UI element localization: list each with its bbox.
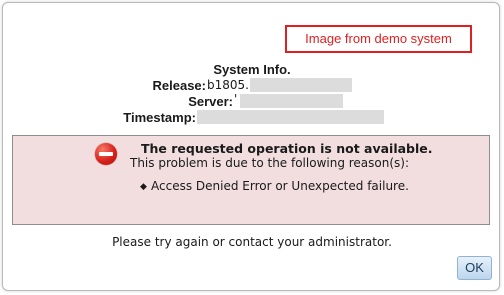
error-stop-icon xyxy=(95,143,117,165)
server-value: ' xyxy=(234,92,238,106)
error-reason: Access Denied Error or Unexpected failur… xyxy=(151,179,409,193)
timestamp-row: Timestamp: xyxy=(0,110,196,126)
timestamp-redaction xyxy=(197,110,384,124)
server-row: Server: xyxy=(0,94,233,110)
bullet-icon: ◆ xyxy=(140,182,147,192)
release-row: Release: xyxy=(0,78,206,94)
system-info-title: System Info. xyxy=(213,62,291,77)
error-reason-item: ◆ Access Denied Error or Unexpected failu… xyxy=(140,179,409,193)
release-value: b1805. xyxy=(207,78,249,92)
server-redaction xyxy=(240,94,343,108)
timestamp-label: Timestamp: xyxy=(123,110,196,125)
demo-system-badge: Image from demo system xyxy=(285,25,472,53)
footer-message: Please try again or contact your adminis… xyxy=(112,235,392,249)
error-subline: This problem is due to the following rea… xyxy=(130,156,410,170)
server-label: Server: xyxy=(188,94,233,109)
ok-button[interactable]: OK xyxy=(457,256,492,280)
release-redaction xyxy=(250,78,352,92)
release-label: Release: xyxy=(152,78,206,93)
error-headline: The requested operation is not available… xyxy=(141,141,433,156)
